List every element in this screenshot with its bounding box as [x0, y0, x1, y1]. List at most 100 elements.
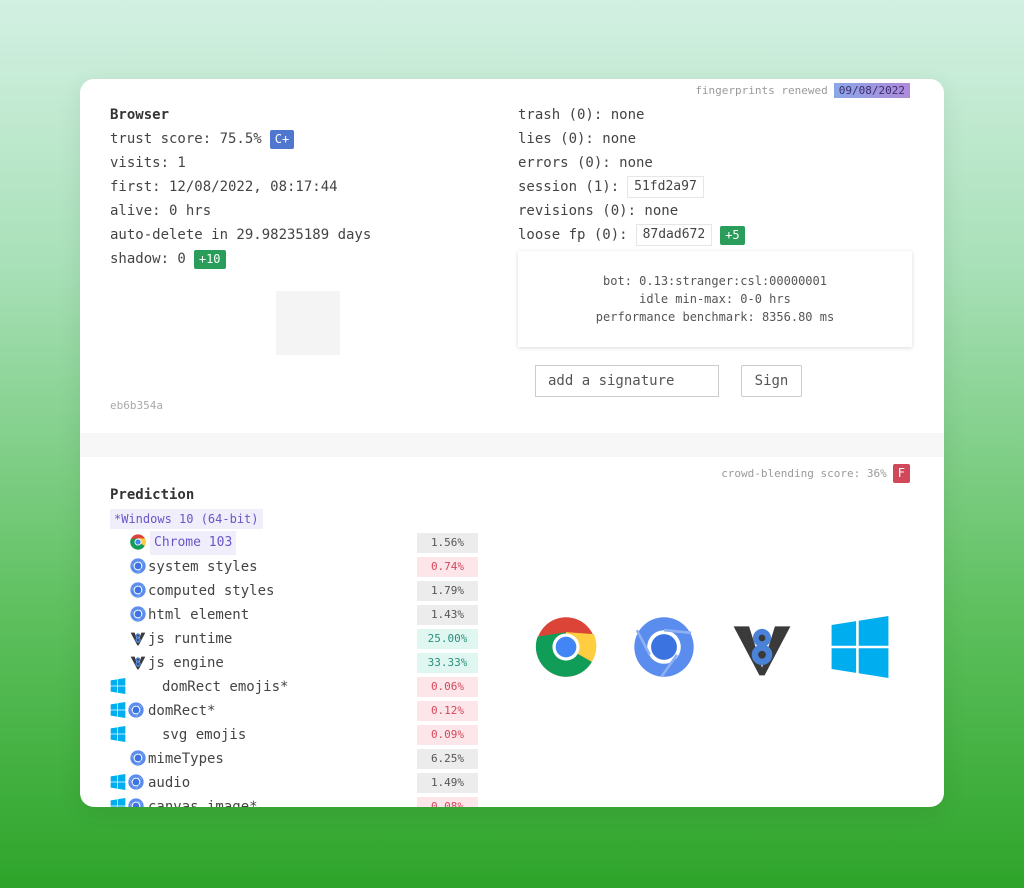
prediction-row-percent: 0.09% — [417, 725, 478, 745]
crowd-blending: crowd-blending score: 36% F — [721, 464, 910, 483]
prediction-row: domRect emojis* 0.06% — [110, 675, 480, 699]
prediction-row-percent: 1.56% — [417, 533, 478, 553]
browser-hash: eb6b354a — [110, 399, 163, 412]
prediction-row-percent: 1.49% — [417, 773, 478, 793]
first-visit: first: 12/08/2022, 08:17:44 — [110, 179, 338, 195]
v8-icon — [731, 616, 793, 678]
prediction-row-label: computed styles — [148, 583, 275, 599]
prediction-row: js runtime 25.00% — [110, 627, 480, 651]
fingerprint-image — [276, 291, 340, 355]
chromium-icon — [633, 616, 695, 678]
trash: trash (0): none — [518, 107, 645, 123]
prediction-list: Chrome 103 1.56% system styles 0.74% compute… — [110, 531, 480, 807]
renewed-label: fingerprints renewed — [695, 84, 828, 97]
windows-icon — [110, 678, 126, 694]
performance-info: performance benchmark: 8356.80 ms — [595, 310, 835, 324]
benchmark-box: bot: 0.13:stranger:csl:00000001 idle min… — [518, 251, 912, 347]
chromium-icon — [128, 774, 144, 790]
windows-icon — [829, 616, 891, 678]
prediction-row-label: canvas image* — [148, 799, 258, 807]
fingerprint-card: fingerprints renewed 09/08/2022 Browser … — [80, 79, 944, 807]
section-divider — [80, 433, 944, 457]
loose-fp-line: loose fp (0): 87dad672 +5 — [518, 223, 745, 247]
session-label: session (1): — [518, 179, 620, 195]
browser-title: Browser — [110, 107, 170, 123]
row-icons — [130, 582, 146, 600]
chromium-icon — [128, 798, 144, 807]
crowd-grade-badge: F — [892, 464, 910, 483]
prediction-row-label: svg emojis — [162, 727, 247, 743]
shadow-badge: +10 — [193, 249, 226, 269]
session-line: session (1): 51fd2a97 — [518, 175, 745, 199]
visits: visits: 1 — [110, 155, 186, 171]
session-hash: 51fd2a97 — [627, 176, 704, 198]
row-icons — [130, 558, 146, 576]
chromium-icon — [130, 558, 146, 574]
prediction-row-percent: 6.25% — [417, 749, 478, 769]
row-icons — [110, 702, 144, 720]
shadow: shadow: 0 — [110, 251, 186, 267]
trust-score: trust score: 75.5% — [110, 131, 262, 147]
trust-grade-badge: C+ — [269, 129, 295, 149]
row-icons — [130, 606, 146, 624]
prediction-row-label: system styles — [148, 559, 258, 575]
auto-delete: auto-delete in 29.98235189 days — [110, 227, 372, 243]
prediction-section: Prediction *Windows 10 (64-bit) Chrome 1… — [110, 483, 480, 807]
renewed-date: 09/08/2022 — [833, 83, 910, 98]
renewed-info: fingerprints renewed 09/08/2022 — [695, 83, 910, 98]
windows-icon — [110, 702, 126, 718]
prediction-row-label: audio — [148, 775, 191, 791]
crowd-blending-label: crowd-blending score: 36% — [721, 467, 887, 480]
loose-fp-hash: 87dad672 — [635, 224, 713, 246]
prediction-row-percent: 1.79% — [417, 581, 478, 601]
prediction-row-percent: 25.00% — [417, 629, 478, 649]
prediction-row: html element 1.43% — [110, 603, 480, 627]
prediction-row: computed styles 1.79% — [110, 579, 480, 603]
os-prediction: *Windows 10 (64-bit) — [110, 509, 263, 529]
chrome-icon — [130, 534, 146, 550]
chromium-icon — [128, 702, 144, 718]
errors: errors (0): none — [518, 155, 653, 171]
prediction-row-label: js runtime — [148, 631, 233, 647]
row-icons — [110, 774, 144, 792]
loose-fp-badge: +5 — [720, 225, 745, 245]
prediction-row-label: mimeTypes — [148, 751, 224, 767]
signature-input[interactable] — [535, 365, 719, 397]
windows-icon — [110, 726, 126, 742]
prediction-row-percent: 1.43% — [417, 605, 478, 625]
row-icons — [130, 750, 146, 768]
v8-icon — [130, 654, 146, 670]
prediction-row-percent: 0.08% — [417, 797, 478, 807]
prediction-row-label: html element — [148, 607, 250, 623]
prediction-row: Chrome 103 1.56% — [110, 531, 480, 555]
row-icons — [110, 726, 126, 744]
prediction-row: system styles 0.74% — [110, 555, 480, 579]
prediction-row: svg emojis 0.09% — [110, 723, 480, 747]
os-line: *Windows 10 (64-bit) — [110, 507, 480, 531]
browser-section: Browser trust score: 75.5% C+ visits: 1 … — [110, 103, 371, 271]
row-icons — [110, 678, 126, 696]
sign-button[interactable]: Sign — [741, 365, 802, 397]
bot-info: bot: 0.13:stranger:csl:00000001 — [603, 274, 827, 288]
v8-icon — [130, 630, 146, 646]
chrome-icon — [535, 616, 597, 678]
prediction-row-label[interactable]: Chrome 103 — [150, 531, 237, 555]
chromium-icon — [130, 750, 146, 766]
browser-logos — [535, 616, 891, 678]
prediction-row: canvas image* 0.08% — [110, 795, 480, 807]
prediction-row: js engine 33.33% — [110, 651, 480, 675]
revisions: revisions (0): none — [518, 203, 679, 219]
shadow-line: shadow: 0 +10 — [110, 247, 371, 271]
windows-icon — [110, 774, 126, 790]
prediction-row-percent: 33.33% — [417, 653, 478, 673]
prediction-row-label: domRect* — [148, 703, 216, 719]
prediction-row-label: domRect emojis* — [162, 679, 289, 695]
row-icons — [130, 654, 146, 672]
prediction-row: audio 1.49% — [110, 771, 480, 795]
alive: alive: 0 hrs — [110, 203, 212, 219]
trust-score-line: trust score: 75.5% C+ — [110, 127, 371, 151]
chromium-icon — [130, 582, 146, 598]
prediction-row-percent: 0.12% — [417, 701, 478, 721]
row-icons — [130, 630, 146, 648]
status-section: trash (0): none lies (0): none errors (0… — [518, 103, 745, 247]
